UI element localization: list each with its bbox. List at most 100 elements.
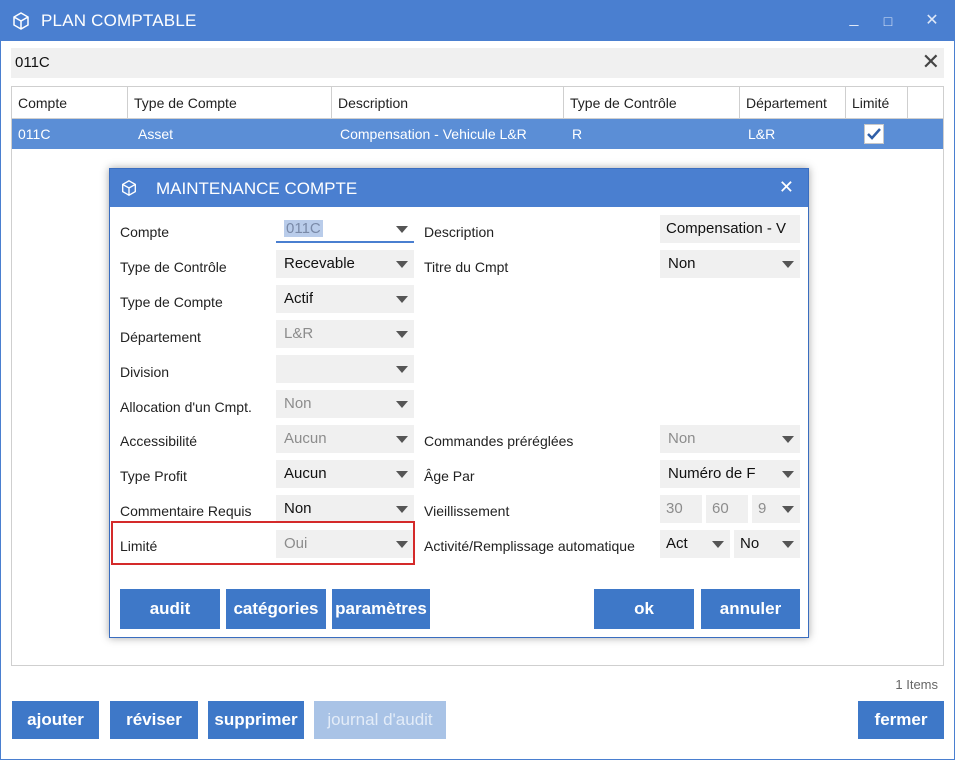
description-value: Compensation - V <box>666 220 787 237</box>
chevron-down-icon <box>782 506 794 513</box>
chevron-down-icon <box>396 331 408 338</box>
chevron-down-icon <box>782 261 794 268</box>
chevron-down-icon <box>396 261 408 268</box>
chevron-down-icon <box>396 296 408 303</box>
titre-combo[interactable]: Non <box>660 250 800 278</box>
label-commentaire: Commentaire Requis <box>120 503 252 519</box>
type-compte-value: Actif <box>284 290 314 307</box>
accessibilite-combo[interactable]: Aucun <box>276 425 414 453</box>
vieillissement-value-2: 60 <box>712 500 729 517</box>
commandes-combo[interactable]: Non <box>660 425 800 453</box>
commandes-value: Non <box>668 430 696 447</box>
label-type-controle: Type de Contrôle <box>120 259 227 275</box>
chevron-down-icon <box>782 436 794 443</box>
grid-header: Compte Type de Compte Description Type d… <box>12 87 943 119</box>
accessibilite-value: Aucun <box>284 430 327 447</box>
limite-checkbox[interactable] <box>864 124 884 144</box>
age-par-combo[interactable]: Numéro de F <box>660 460 800 488</box>
fermer-button[interactable]: fermer <box>858 701 944 739</box>
annuler-button[interactable]: annuler <box>701 589 800 629</box>
chevron-down-icon <box>396 471 408 478</box>
chevron-down-icon <box>782 541 794 548</box>
age-par-value: Numéro de F <box>668 465 756 482</box>
division-combo[interactable] <box>276 355 414 383</box>
ok-button[interactable]: ok <box>594 589 694 629</box>
cell-departement: L&R <box>748 126 776 142</box>
allocation-value: Non <box>284 395 312 412</box>
plan-comptable-window: PLAN COMPTABLE _ □ ✕ 011C ✕ Compte Type … <box>0 0 955 760</box>
label-compte: Compte <box>120 224 170 240</box>
reviser-button[interactable]: réviser <box>110 701 198 739</box>
label-type-profit: Type Profit <box>120 468 187 484</box>
chevron-down-icon <box>396 436 408 443</box>
compte-combo[interactable]: 011C <box>276 215 414 243</box>
table-row[interactable]: 011C Asset Compensation - Vehicule L&R R… <box>12 119 943 149</box>
dialog-close-button[interactable]: ✕ <box>779 177 794 198</box>
dialog-title: MAINTENANCE COMPTE <box>156 179 358 198</box>
label-vieillissement: Vieillissement <box>424 503 510 519</box>
type-profit-combo[interactable]: Aucun <box>276 460 414 488</box>
header-compte[interactable]: Compte <box>12 87 128 119</box>
description-field[interactable]: Compensation - V <box>660 215 800 243</box>
parametres-button[interactable]: paramètres <box>332 589 430 629</box>
vieillissement-field-2[interactable]: 60 <box>706 495 748 523</box>
cube-icon <box>13 12 29 30</box>
chevron-down-icon <box>396 226 408 233</box>
label-titre: Titre du Cmpt <box>424 259 509 275</box>
allocation-combo[interactable]: Non <box>276 390 414 418</box>
label-accessibilite: Accessibilité <box>120 433 198 449</box>
label-age-par: Âge Par <box>424 468 475 484</box>
vieillissement-combo-3[interactable]: 9 <box>752 495 800 523</box>
chevron-down-icon <box>782 471 794 478</box>
activite-value-1: Act <box>666 535 688 552</box>
vieillissement-field-1[interactable]: 30 <box>660 495 702 523</box>
cube-icon <box>122 180 136 196</box>
dialog-title-bar: MAINTENANCE COMPTE ✕ <box>110 169 808 207</box>
header-limite[interactable]: Limité <box>846 87 908 119</box>
categories-button[interactable]: catégories <box>226 589 326 629</box>
activite-combo-2[interactable]: No <box>734 530 800 558</box>
chevron-down-icon <box>396 506 408 513</box>
type-compte-combo[interactable]: Actif <box>276 285 414 313</box>
maximize-button[interactable]: □ <box>873 7 903 35</box>
minimize-button[interactable]: _ <box>839 5 869 33</box>
type-controle-combo[interactable]: Recevable <box>276 250 414 278</box>
cell-description: Compensation - Vehicule L&R <box>340 126 527 142</box>
titre-value: Non <box>668 255 696 272</box>
activite-combo-1[interactable]: Act <box>660 530 730 558</box>
activite-value-2: No <box>740 535 760 552</box>
search-value: 011C <box>15 54 50 71</box>
commentaire-value: Non <box>284 500 312 517</box>
clear-search-icon[interactable]: ✕ <box>922 49 940 75</box>
chevron-down-icon <box>396 401 408 408</box>
chevron-down-icon <box>396 366 408 373</box>
title-bar: PLAN COMPTABLE _ □ ✕ <box>1 1 954 41</box>
limite-highlight-box <box>111 521 415 565</box>
compte-value: 011C <box>284 220 323 237</box>
label-type-compte: Type de Compte <box>120 294 223 310</box>
search-input[interactable]: 011C ✕ <box>11 48 944 78</box>
ajouter-button[interactable]: ajouter <box>12 701 99 739</box>
window-title: PLAN COMPTABLE <box>41 11 197 30</box>
departement-value: L&R <box>284 325 314 342</box>
header-departement[interactable]: Département <box>740 87 846 119</box>
checkmark-icon <box>867 128 881 140</box>
departement-combo[interactable]: L&R <box>276 320 414 348</box>
label-commandes: Commandes préréglées <box>424 433 574 449</box>
label-division: Division <box>120 364 170 380</box>
items-count: 1 Items <box>895 677 938 692</box>
header-type-controle[interactable]: Type de Contrôle <box>564 87 740 119</box>
commentaire-combo[interactable]: Non <box>276 495 414 523</box>
label-departement: Département <box>120 329 201 345</box>
journal-audit-button[interactable]: journal d'audit <box>314 701 446 739</box>
label-activite: Activité/Remplissage automatique <box>424 538 635 554</box>
header-type-compte[interactable]: Type de Compte <box>128 87 332 119</box>
header-description[interactable]: Description <box>332 87 564 119</box>
cell-compte: 011C <box>18 126 51 142</box>
audit-button[interactable]: audit <box>120 589 220 629</box>
cell-type-compte: Asset <box>138 126 174 142</box>
label-description: Description <box>424 224 495 240</box>
close-window-button[interactable]: ✕ <box>917 7 947 35</box>
supprimer-button[interactable]: supprimer <box>208 701 304 739</box>
type-controle-value: Recevable <box>284 255 355 272</box>
